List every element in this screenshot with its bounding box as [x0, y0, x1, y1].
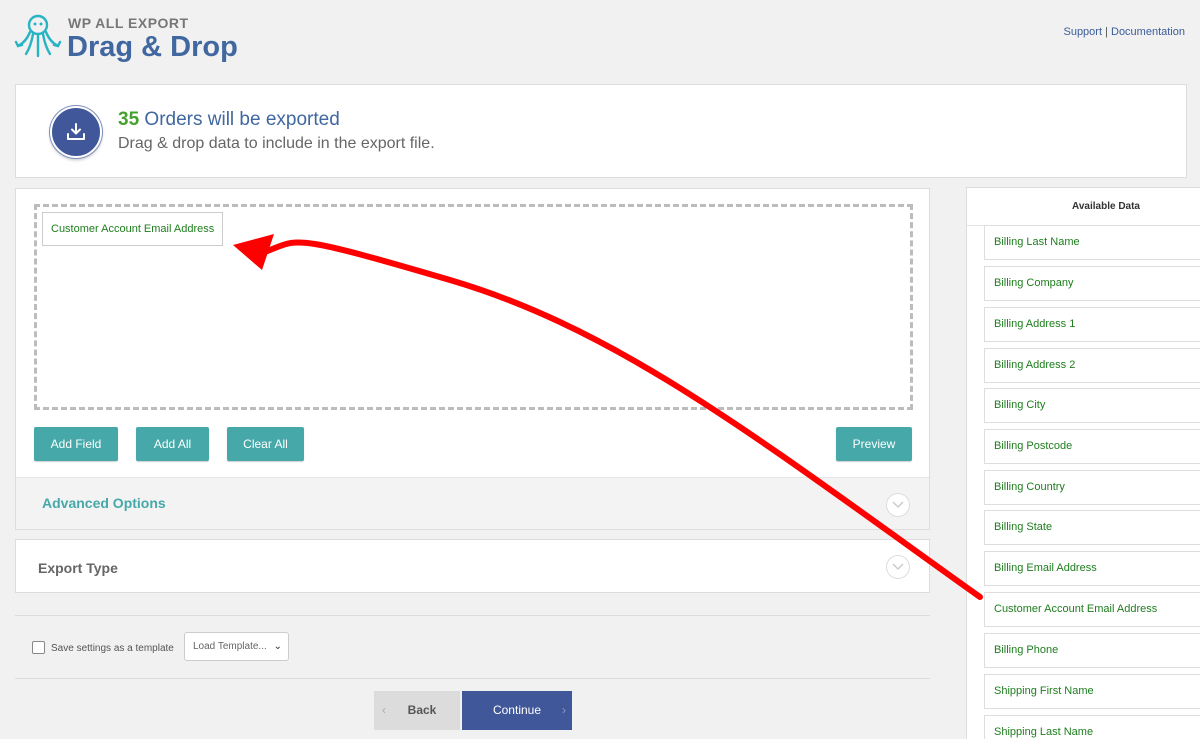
add-field-button[interactable]: Add Field: [34, 427, 118, 461]
chevron-right-icon: ›: [562, 703, 566, 717]
export-summary-panel: 35 Orders will be exported Drag & drop d…: [15, 84, 1187, 178]
available-field-item[interactable]: Billing City: [984, 388, 1200, 423]
field-drop-zone[interactable]: Customer Account Email Address: [34, 204, 913, 410]
chevron-down-icon[interactable]: [886, 493, 910, 517]
continue-label: Continue: [492, 703, 542, 717]
available-field-item[interactable]: Shipping Last Name: [984, 715, 1200, 739]
save-template-label: Save settings as a template: [51, 643, 174, 654]
load-template-value: Load Template...: [193, 641, 267, 652]
available-field-item[interactable]: Shipping First Name: [984, 674, 1200, 709]
available-field-item[interactable]: Billing Email Address: [984, 551, 1200, 586]
top-links: Support | Documentation: [1063, 26, 1185, 38]
available-field-item[interactable]: Billing Phone: [984, 633, 1200, 668]
available-field-item[interactable]: Billing Postcode: [984, 429, 1200, 464]
page-title: Drag & Drop: [67, 31, 238, 63]
chevron-left-icon: ‹: [382, 703, 386, 717]
support-link[interactable]: Support: [1063, 26, 1102, 38]
drop-panel: Customer Account Email Address Add Field…: [15, 188, 930, 530]
brand-subtitle: WP ALL EXPORT: [68, 15, 189, 31]
continue-button[interactable]: Continue ›: [462, 691, 572, 730]
load-template-select[interactable]: Load Template... ⌄: [184, 632, 289, 661]
advanced-options-label: Advanced Options: [42, 495, 166, 511]
export-download-icon: [50, 106, 102, 158]
chevron-down-icon[interactable]: [886, 555, 910, 579]
documentation-link[interactable]: Documentation: [1111, 26, 1185, 38]
back-button[interactable]: ‹ Back: [374, 691, 460, 730]
divider: [15, 678, 930, 679]
chevron-down-icon: ⌄: [273, 641, 282, 652]
available-field-item[interactable]: Customer Account Email Address: [984, 592, 1200, 627]
available-field-item[interactable]: Billing Address 1: [984, 307, 1200, 342]
advanced-options-section[interactable]: Advanced Options: [16, 477, 929, 529]
export-type-label: Export Type: [38, 560, 118, 576]
back-label: Back: [407, 703, 437, 717]
octopus-logo-icon: [14, 14, 62, 58]
available-data-sidebar: Available Data Billing Last Name Billing…: [966, 187, 1200, 739]
available-field-item[interactable]: Billing Company: [984, 266, 1200, 301]
export-type-section[interactable]: Export Type: [15, 539, 930, 593]
available-field-item[interactable]: Billing Country: [984, 470, 1200, 505]
export-instructions: Drag & drop data to include in the expor…: [118, 135, 435, 152]
preview-button[interactable]: Preview: [836, 427, 912, 461]
divider: [15, 615, 930, 616]
export-count: 35: [118, 109, 140, 130]
clear-all-button[interactable]: Clear All: [227, 427, 304, 461]
export-field-chip[interactable]: Customer Account Email Address: [42, 212, 224, 246]
available-field-item[interactable]: Billing Address 2: [984, 348, 1200, 383]
export-count-title: 35 Orders will be exported: [118, 109, 340, 131]
export-title-text: Orders will be exported: [139, 109, 340, 130]
save-template-checkbox[interactable]: [32, 641, 45, 654]
link-separator: |: [1105, 26, 1108, 38]
available-data-title: Available Data: [967, 188, 1200, 226]
available-field-item[interactable]: Billing Last Name: [984, 225, 1200, 260]
header: WP ALL EXPORT Drag & Drop Support | Docu…: [0, 0, 1200, 80]
available-field-item[interactable]: Billing State: [984, 510, 1200, 545]
add-all-button[interactable]: Add All: [136, 427, 209, 461]
